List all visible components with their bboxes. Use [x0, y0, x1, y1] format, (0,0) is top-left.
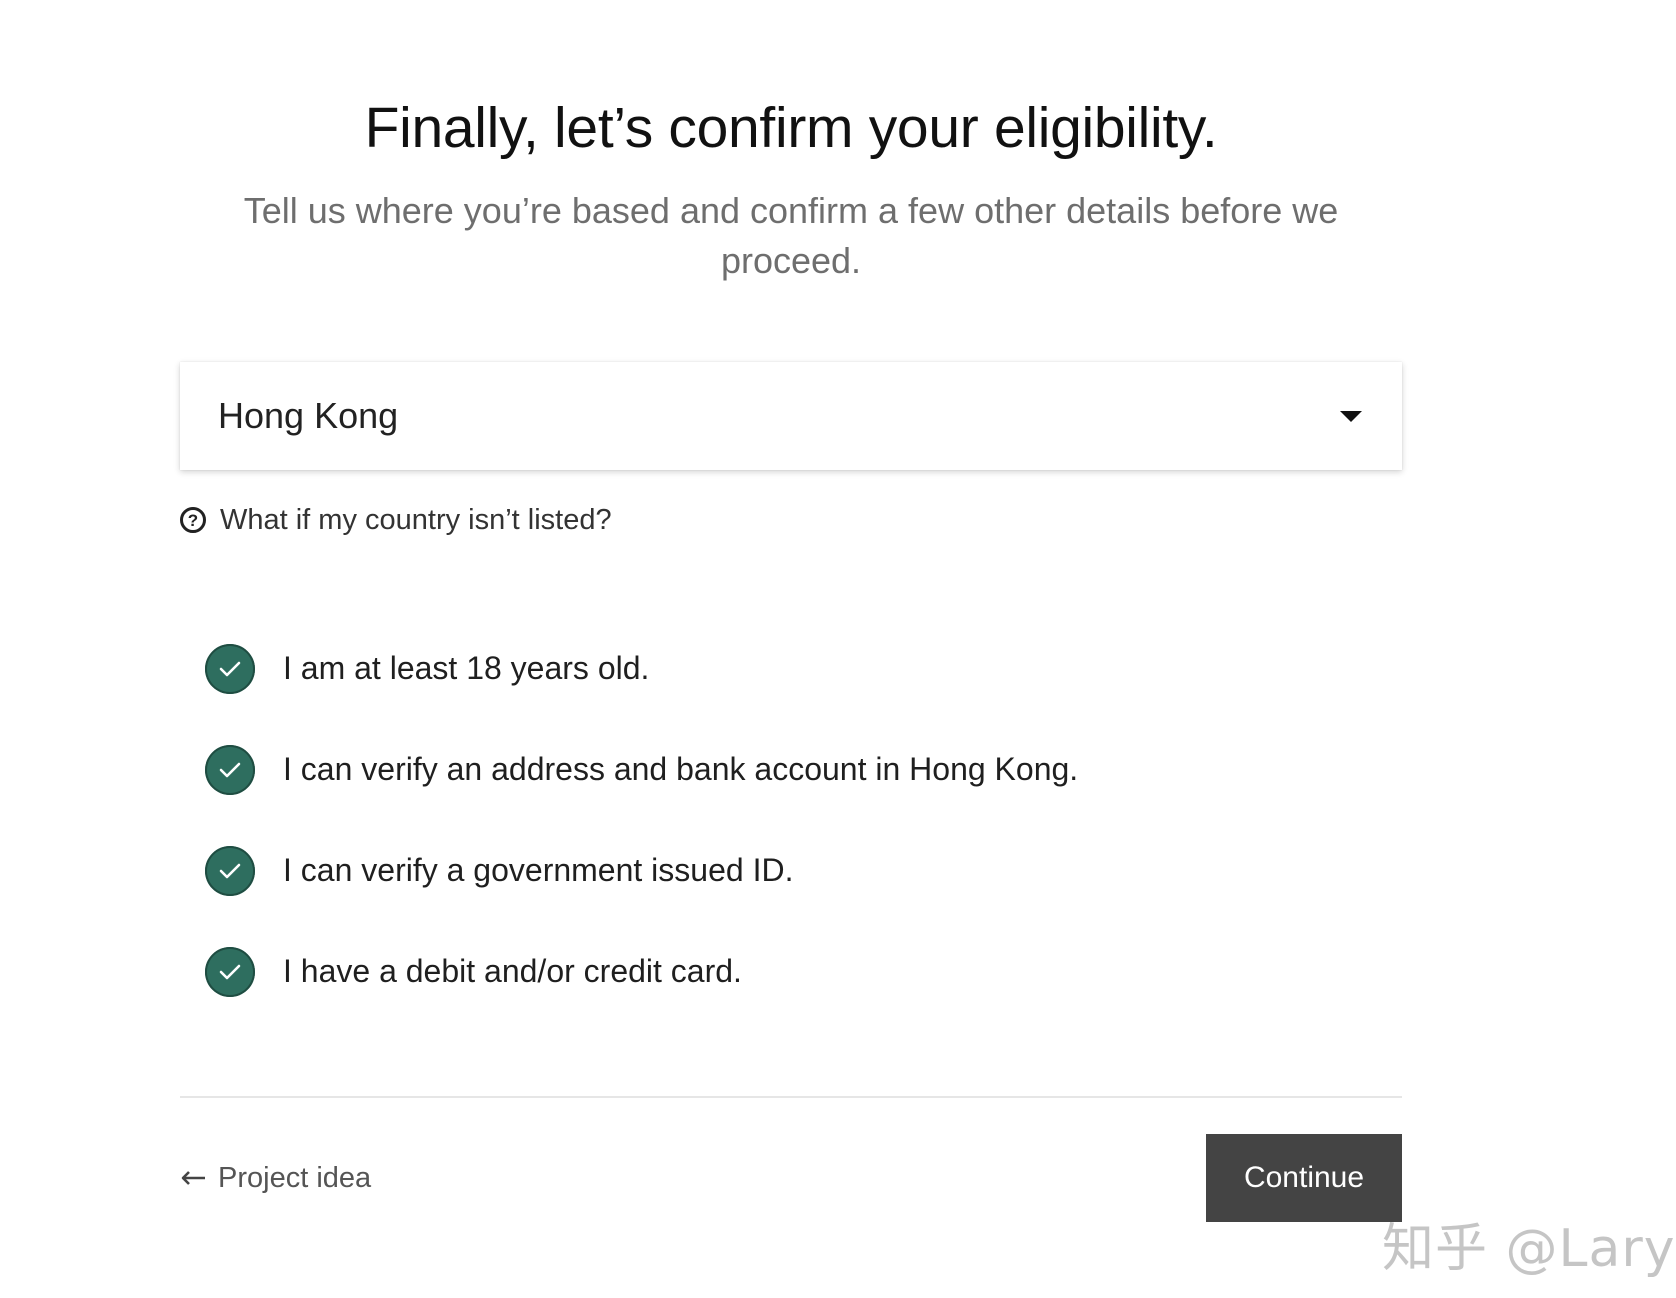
- footer-divider: [180, 1096, 1402, 1098]
- back-link-project-idea[interactable]: Project idea: [180, 1156, 371, 1200]
- checklist-item-card[interactable]: I have a debit and/or credit card.: [205, 921, 1078, 1022]
- checklist-item-label: I have a debit and/or credit card.: [283, 953, 742, 989]
- page-subtitle: Tell us where you’re based and confirm a…: [243, 190, 1339, 281]
- arrow-left-icon: [180, 1171, 206, 1185]
- eligibility-checklist: I am at least 18 years old. I can verify…: [205, 618, 1078, 1022]
- eligibility-page: Finally, let’s confirm your eligibility.…: [0, 0, 1676, 1298]
- checklist-item-government-id[interactable]: I can verify a government issued ID.: [205, 820, 1078, 921]
- country-select[interactable]: Hong Kong: [180, 362, 1402, 470]
- check-circle-icon: [205, 643, 255, 694]
- caret-down-icon: [1340, 411, 1362, 422]
- checklist-item-address-bank[interactable]: I can verify an address and bank account…: [205, 719, 1078, 820]
- continue-button[interactable]: Continue: [1206, 1134, 1402, 1222]
- checklist-item-label: I can verify an address and bank account…: [283, 751, 1079, 787]
- check-circle-icon: [205, 744, 255, 795]
- page-title: Finally, let’s confirm your eligibility.: [364, 96, 1218, 160]
- country-not-listed-link[interactable]: ? What if my country isn’t listed?: [180, 500, 612, 540]
- check-circle-icon: [205, 845, 255, 896]
- help-link-label: What if my country isn’t listed?: [220, 503, 612, 536]
- checklist-item-label: I am at least 18 years old.: [283, 650, 650, 686]
- question-circle-icon: ?: [180, 507, 206, 533]
- checklist-item-label: I can verify a government issued ID.: [283, 852, 794, 888]
- country-select-value: Hong Kong: [218, 395, 399, 436]
- back-link-label: Project idea: [218, 1161, 372, 1194]
- checklist-item-age[interactable]: I am at least 18 years old.: [205, 618, 1078, 719]
- watermark: 知乎 @Lary: [1382, 1219, 1676, 1279]
- check-circle-icon: [205, 946, 255, 997]
